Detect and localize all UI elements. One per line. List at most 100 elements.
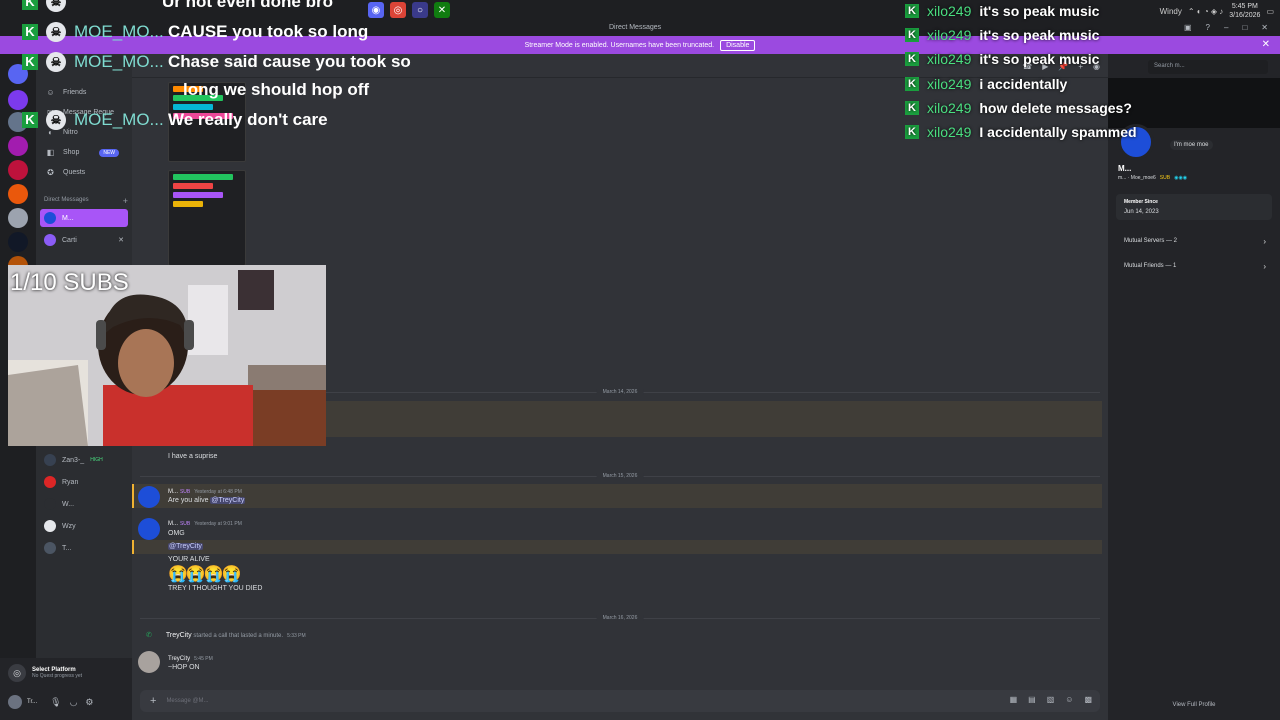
user-mention[interactable]: @TreyCity xyxy=(168,543,203,550)
weather-label: Windy xyxy=(1159,6,1182,16)
avatar xyxy=(44,234,56,246)
author-name[interactable]: M... xyxy=(168,521,178,527)
date-label: March 16, 2026 xyxy=(596,615,644,621)
skull-icon: ☠ xyxy=(46,22,66,42)
apps-icon[interactable]: ▩ xyxy=(1084,695,1092,704)
tray-icons[interactable]: ⌃ ◐ ◔ ◈ ♪ xyxy=(1188,7,1223,16)
dm-item[interactable]: M... xyxy=(40,209,128,227)
disable-streamer-button[interactable]: Disable xyxy=(720,39,756,51)
dm-item[interactable]: Wzy xyxy=(40,517,128,535)
phone-icon: ✆ xyxy=(146,632,152,639)
stream-chat-line: Kxilo249 how delete messages? xyxy=(905,100,1132,116)
avatar xyxy=(44,476,56,488)
gift-icon[interactable]: ▦ xyxy=(1010,695,1018,704)
message: M... SUB Yesterday at 6:48 PM Are you ali… xyxy=(168,488,246,504)
chat-username: xilo249 xyxy=(927,124,972,140)
server-icon[interactable] xyxy=(8,90,28,110)
discord-icon[interactable]: ◉ xyxy=(368,2,384,18)
xbox-icon[interactable]: ✕ xyxy=(434,2,450,18)
help-icon[interactable]: ? xyxy=(1206,23,1210,32)
add-attachment-icon[interactable]: + xyxy=(150,695,156,707)
thumb-bar xyxy=(173,201,203,207)
maximize-button[interactable]: □ xyxy=(1242,23,1247,32)
server-icon[interactable] xyxy=(8,160,28,180)
chevron-right-icon: › xyxy=(1263,262,1266,271)
call-user[interactable]: TreyCity xyxy=(166,632,192,639)
profile-username-row: m... · Moe_moe6 SUB ◉◉◉ xyxy=(1118,175,1187,181)
dm-header: Direct Messages + xyxy=(44,196,128,206)
close-dm-icon[interactable]: ✕ xyxy=(118,236,124,244)
inbox-icon[interactable]: ▣ xyxy=(1184,23,1192,32)
chrome-icon[interactable]: ◎ xyxy=(390,2,406,18)
author-name[interactable]: TreyCity xyxy=(168,656,190,662)
clock[interactable]: 5:45 PM 3/16/2026 xyxy=(1229,2,1260,20)
avatar[interactable] xyxy=(138,518,160,540)
dm-item[interactable]: T... xyxy=(40,539,128,557)
mic-icon[interactable]: 🎙 xyxy=(50,697,61,708)
thumb-bar xyxy=(173,183,213,189)
quest-progress[interactable]: ◎ Select Platform No Quest progress yet xyxy=(8,660,126,686)
shop-icon: ◧ xyxy=(46,148,55,157)
headphones-icon[interactable]: ◡ xyxy=(70,697,78,708)
author-name[interactable]: M... xyxy=(168,489,178,495)
nav-shop-label: Shop xyxy=(63,149,80,156)
obs-icon[interactable]: ○ xyxy=(412,2,428,18)
mutual-friends-row[interactable]: Mutual Friends — 1 › xyxy=(1116,257,1272,277)
dm-name: Wzy xyxy=(62,522,76,530)
server-icon[interactable] xyxy=(8,136,28,156)
dm-item[interactable]: Zan3-_ HIGH xyxy=(40,451,128,469)
message-text: OMG xyxy=(168,530,185,537)
view-full-profile-link[interactable]: View Full Profile xyxy=(1108,702,1280,708)
close-window-button[interactable]: ✕ xyxy=(1261,23,1268,32)
dm-item[interactable]: W... xyxy=(40,495,128,513)
quest-icon: ✪ xyxy=(47,168,54,177)
close-icon[interactable]: ✕ xyxy=(1262,39,1270,50)
add-dm-icon[interactable]: + xyxy=(123,196,128,206)
quest-sub: No Quest progress yet xyxy=(32,673,83,679)
notification-icon[interactable]: ▭ xyxy=(1266,7,1274,16)
nav-quests[interactable]: ✪ Quests xyxy=(46,168,85,177)
message-input[interactable]: Message @M... xyxy=(166,698,208,704)
skull-icon: ☠ xyxy=(46,110,66,130)
dm-item[interactable]: Carti ✕ xyxy=(40,231,128,249)
call-system-message: ✆ TreyCity started a call that lasted a m… xyxy=(146,631,306,639)
clock-time: 5:45 PM xyxy=(1231,3,1258,10)
server-icon[interactable] xyxy=(8,232,28,252)
server-icon[interactable] xyxy=(8,208,28,228)
settings-icon[interactable]: ⚙ xyxy=(85,697,93,708)
highlighted-message xyxy=(132,540,1102,554)
date-label: March 15, 2026 xyxy=(596,473,644,479)
dm-name: W... xyxy=(62,500,75,508)
nav-friends[interactable]: ☺ Friends xyxy=(46,88,86,97)
profile-banner xyxy=(1108,78,1280,128)
chat-username: xilo249 xyxy=(927,51,972,67)
avatar xyxy=(8,695,22,709)
emoji-icon[interactable]: ☺ xyxy=(1065,695,1073,704)
current-user[interactable]: Tr... 🎙 ◡ ⚙ xyxy=(8,692,128,712)
image-attachment[interactable] xyxy=(168,170,246,266)
mutual-servers-row[interactable]: Mutual Servers — 2 › xyxy=(1116,232,1272,252)
chat-message: it's so peak music xyxy=(979,27,1100,43)
minimize-button[interactable]: – xyxy=(1224,23,1228,32)
timestamp: 5:33 PM xyxy=(287,633,306,639)
mutual-servers-label: Mutual Servers — 2 xyxy=(1124,238,1178,244)
new-badge: NEW xyxy=(99,148,120,157)
dm-name: Carti xyxy=(62,236,77,244)
kick-icon: K xyxy=(22,112,38,128)
nav-shop[interactable]: ◧ Shop NEW xyxy=(46,148,120,157)
search-input[interactable]: Search m... xyxy=(1148,60,1268,74)
gif-icon[interactable]: ▤ xyxy=(1028,695,1036,704)
stream-chat-line: long we should hop off xyxy=(183,80,369,100)
chat-message: it's so peak music xyxy=(979,3,1100,19)
avatar[interactable] xyxy=(138,651,160,673)
avatar[interactable] xyxy=(138,486,160,508)
sub-badge: SUB xyxy=(179,521,191,527)
avatar xyxy=(44,542,56,554)
message-text: Are you alive xyxy=(168,497,211,504)
server-icon[interactable] xyxy=(8,184,28,204)
dm-item[interactable]: Ryan xyxy=(40,473,128,491)
sticker-icon[interactable]: ▧ xyxy=(1047,695,1055,704)
sub-badge: SUB xyxy=(179,489,191,495)
user-mention[interactable]: @TreyCity xyxy=(210,497,246,504)
dm-name: T... xyxy=(62,544,72,552)
